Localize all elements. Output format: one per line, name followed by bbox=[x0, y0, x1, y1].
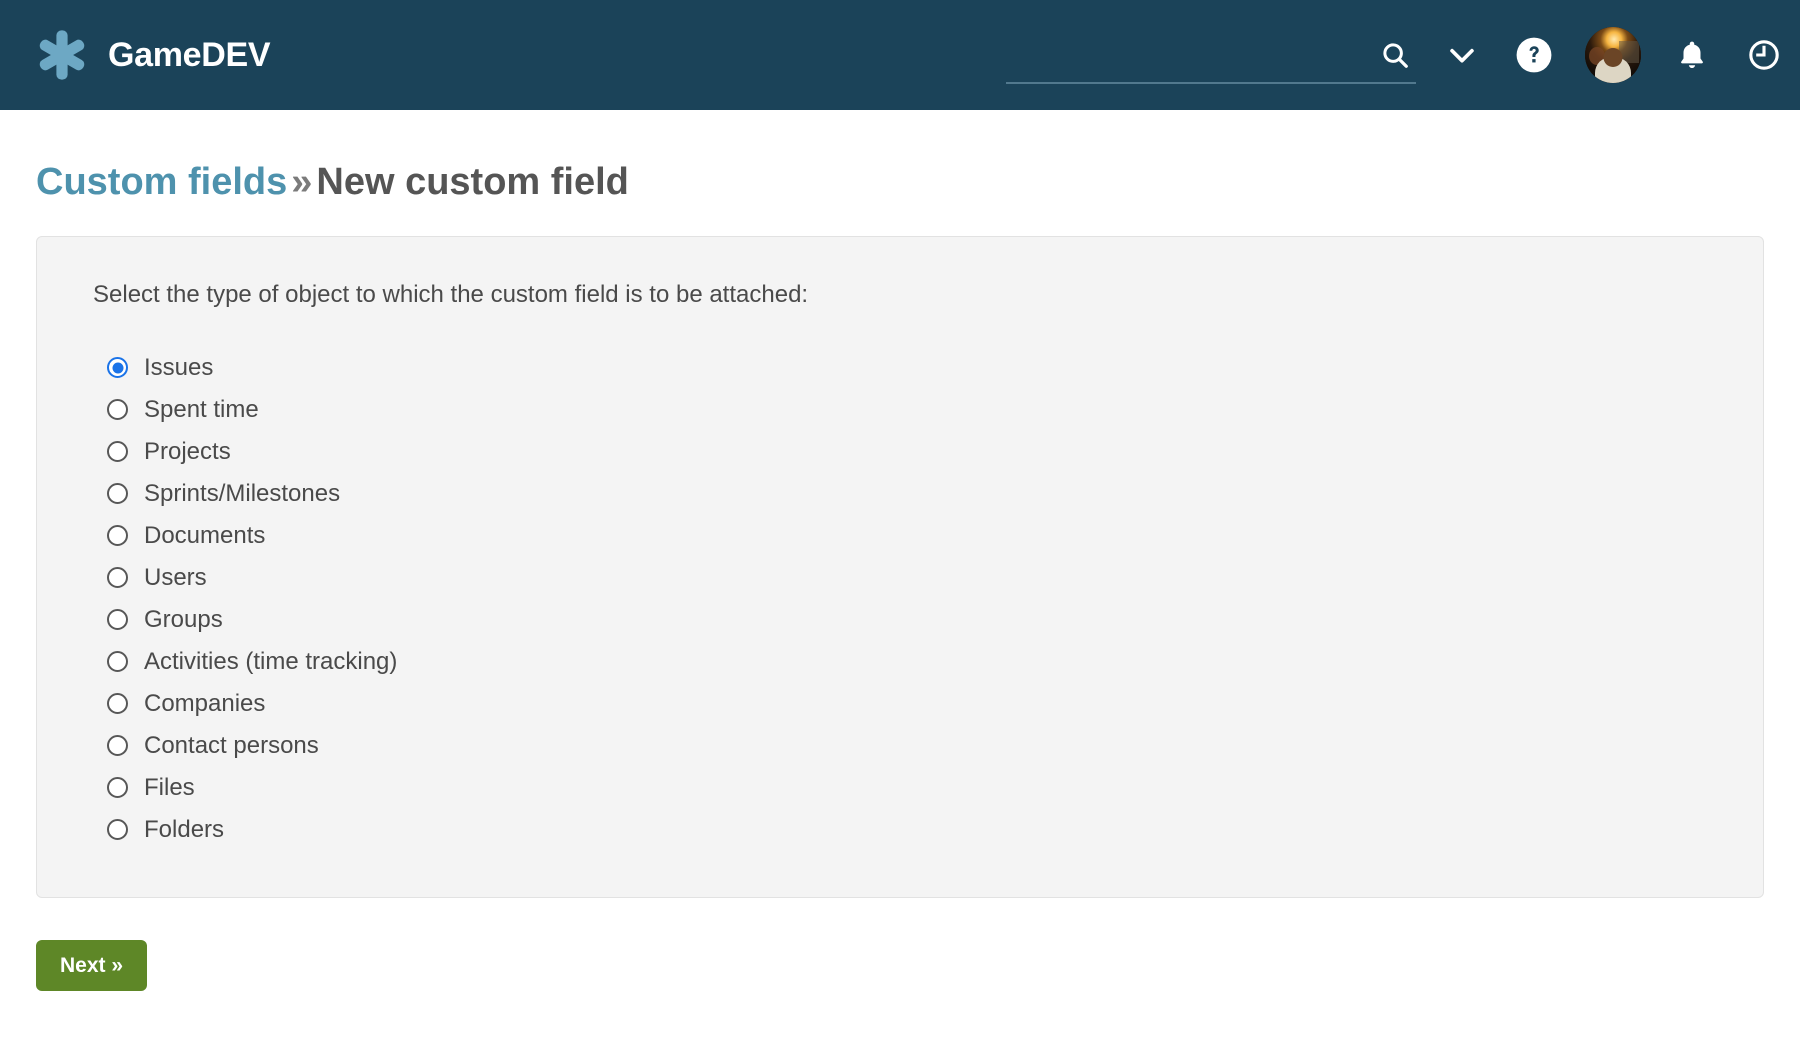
radio-option-groups[interactable]: Groups bbox=[107, 599, 237, 641]
radio-label: Sprints/Milestones bbox=[144, 479, 341, 507]
radio-indicator[interactable] bbox=[107, 651, 128, 673]
search-input[interactable] bbox=[1006, 42, 1416, 84]
next-button[interactable]: Next » bbox=[36, 939, 148, 991]
radio-indicator[interactable] bbox=[107, 819, 128, 841]
breadcrumb-parent-link[interactable]: Custom fields bbox=[36, 161, 287, 203]
help-circle-icon[interactable] bbox=[1498, 0, 1570, 110]
radio-option-folders[interactable]: Folders bbox=[107, 809, 238, 851]
radio-label: Files bbox=[144, 773, 195, 801]
chevron-down-icon[interactable] bbox=[1426, 0, 1498, 110]
radio-indicator[interactable] bbox=[107, 483, 128, 505]
radio-indicator[interactable] bbox=[107, 735, 128, 757]
radio-indicator[interactable] bbox=[107, 399, 128, 421]
object-type-panel: Select the type of object to which the c… bbox=[36, 235, 1764, 898]
breadcrumb-separator: » bbox=[291, 161, 313, 203]
radio-option-contact-persons[interactable]: Contact persons bbox=[107, 725, 333, 767]
panel-prompt: Select the type of object to which the c… bbox=[93, 280, 809, 308]
breadcrumb: Custom fields» New custom field bbox=[36, 161, 1764, 204]
radio-indicator[interactable] bbox=[107, 693, 128, 715]
avatar-image bbox=[1585, 27, 1641, 83]
radio-option-issues[interactable]: Issues bbox=[107, 347, 227, 389]
radio-indicator[interactable] bbox=[107, 525, 128, 547]
clock-icon[interactable] bbox=[1728, 0, 1800, 110]
radio-label: Contact persons bbox=[144, 731, 319, 759]
radio-label: Activities (time tracking) bbox=[144, 647, 398, 675]
header-actions bbox=[1006, 0, 1800, 110]
radio-label: Spent time bbox=[144, 395, 259, 423]
radio-indicator[interactable] bbox=[107, 609, 128, 631]
avatar[interactable] bbox=[1570, 0, 1656, 110]
radio-indicator[interactable] bbox=[107, 441, 128, 463]
brand-home-link[interactable]: GameDEV bbox=[34, 27, 271, 83]
asterisk-flower-icon bbox=[34, 27, 90, 83]
radio-option-activities[interactable]: Activities (time tracking) bbox=[107, 641, 411, 683]
radio-option-files[interactable]: Files bbox=[107, 767, 209, 809]
radio-label: Users bbox=[144, 563, 207, 591]
radio-option-spent-time[interactable]: Spent time bbox=[107, 389, 273, 431]
radio-indicator[interactable] bbox=[107, 357, 128, 379]
top-header-bar: GameDEV bbox=[0, 0, 1800, 110]
radio-label: Groups bbox=[144, 605, 223, 633]
radio-indicator[interactable] bbox=[107, 567, 128, 589]
object-type-radio-group: Issues Spent time Projects Sprints/Miles… bbox=[65, 347, 1735, 851]
radio-label: Companies bbox=[144, 689, 266, 717]
radio-option-sprints-milestones[interactable]: Sprints/Milestones bbox=[107, 473, 354, 515]
brand-name: GameDEV bbox=[108, 36, 271, 74]
radio-label: Documents bbox=[144, 521, 266, 549]
radio-label: Projects bbox=[144, 437, 231, 465]
radio-label: Folders bbox=[144, 815, 225, 843]
search-field[interactable] bbox=[1006, 26, 1416, 84]
page-content: Custom fields» New custom field Select th… bbox=[0, 161, 1800, 991]
radio-option-users[interactable]: Users bbox=[107, 557, 221, 599]
radio-option-projects[interactable]: Projects bbox=[107, 431, 245, 473]
radio-option-companies[interactable]: Companies bbox=[107, 683, 279, 725]
radio-indicator[interactable] bbox=[107, 777, 128, 799]
page-title: New custom field bbox=[316, 161, 629, 203]
bell-icon[interactable] bbox=[1656, 0, 1728, 110]
radio-option-documents[interactable]: Documents bbox=[107, 515, 279, 557]
radio-label: Issues bbox=[144, 353, 214, 381]
